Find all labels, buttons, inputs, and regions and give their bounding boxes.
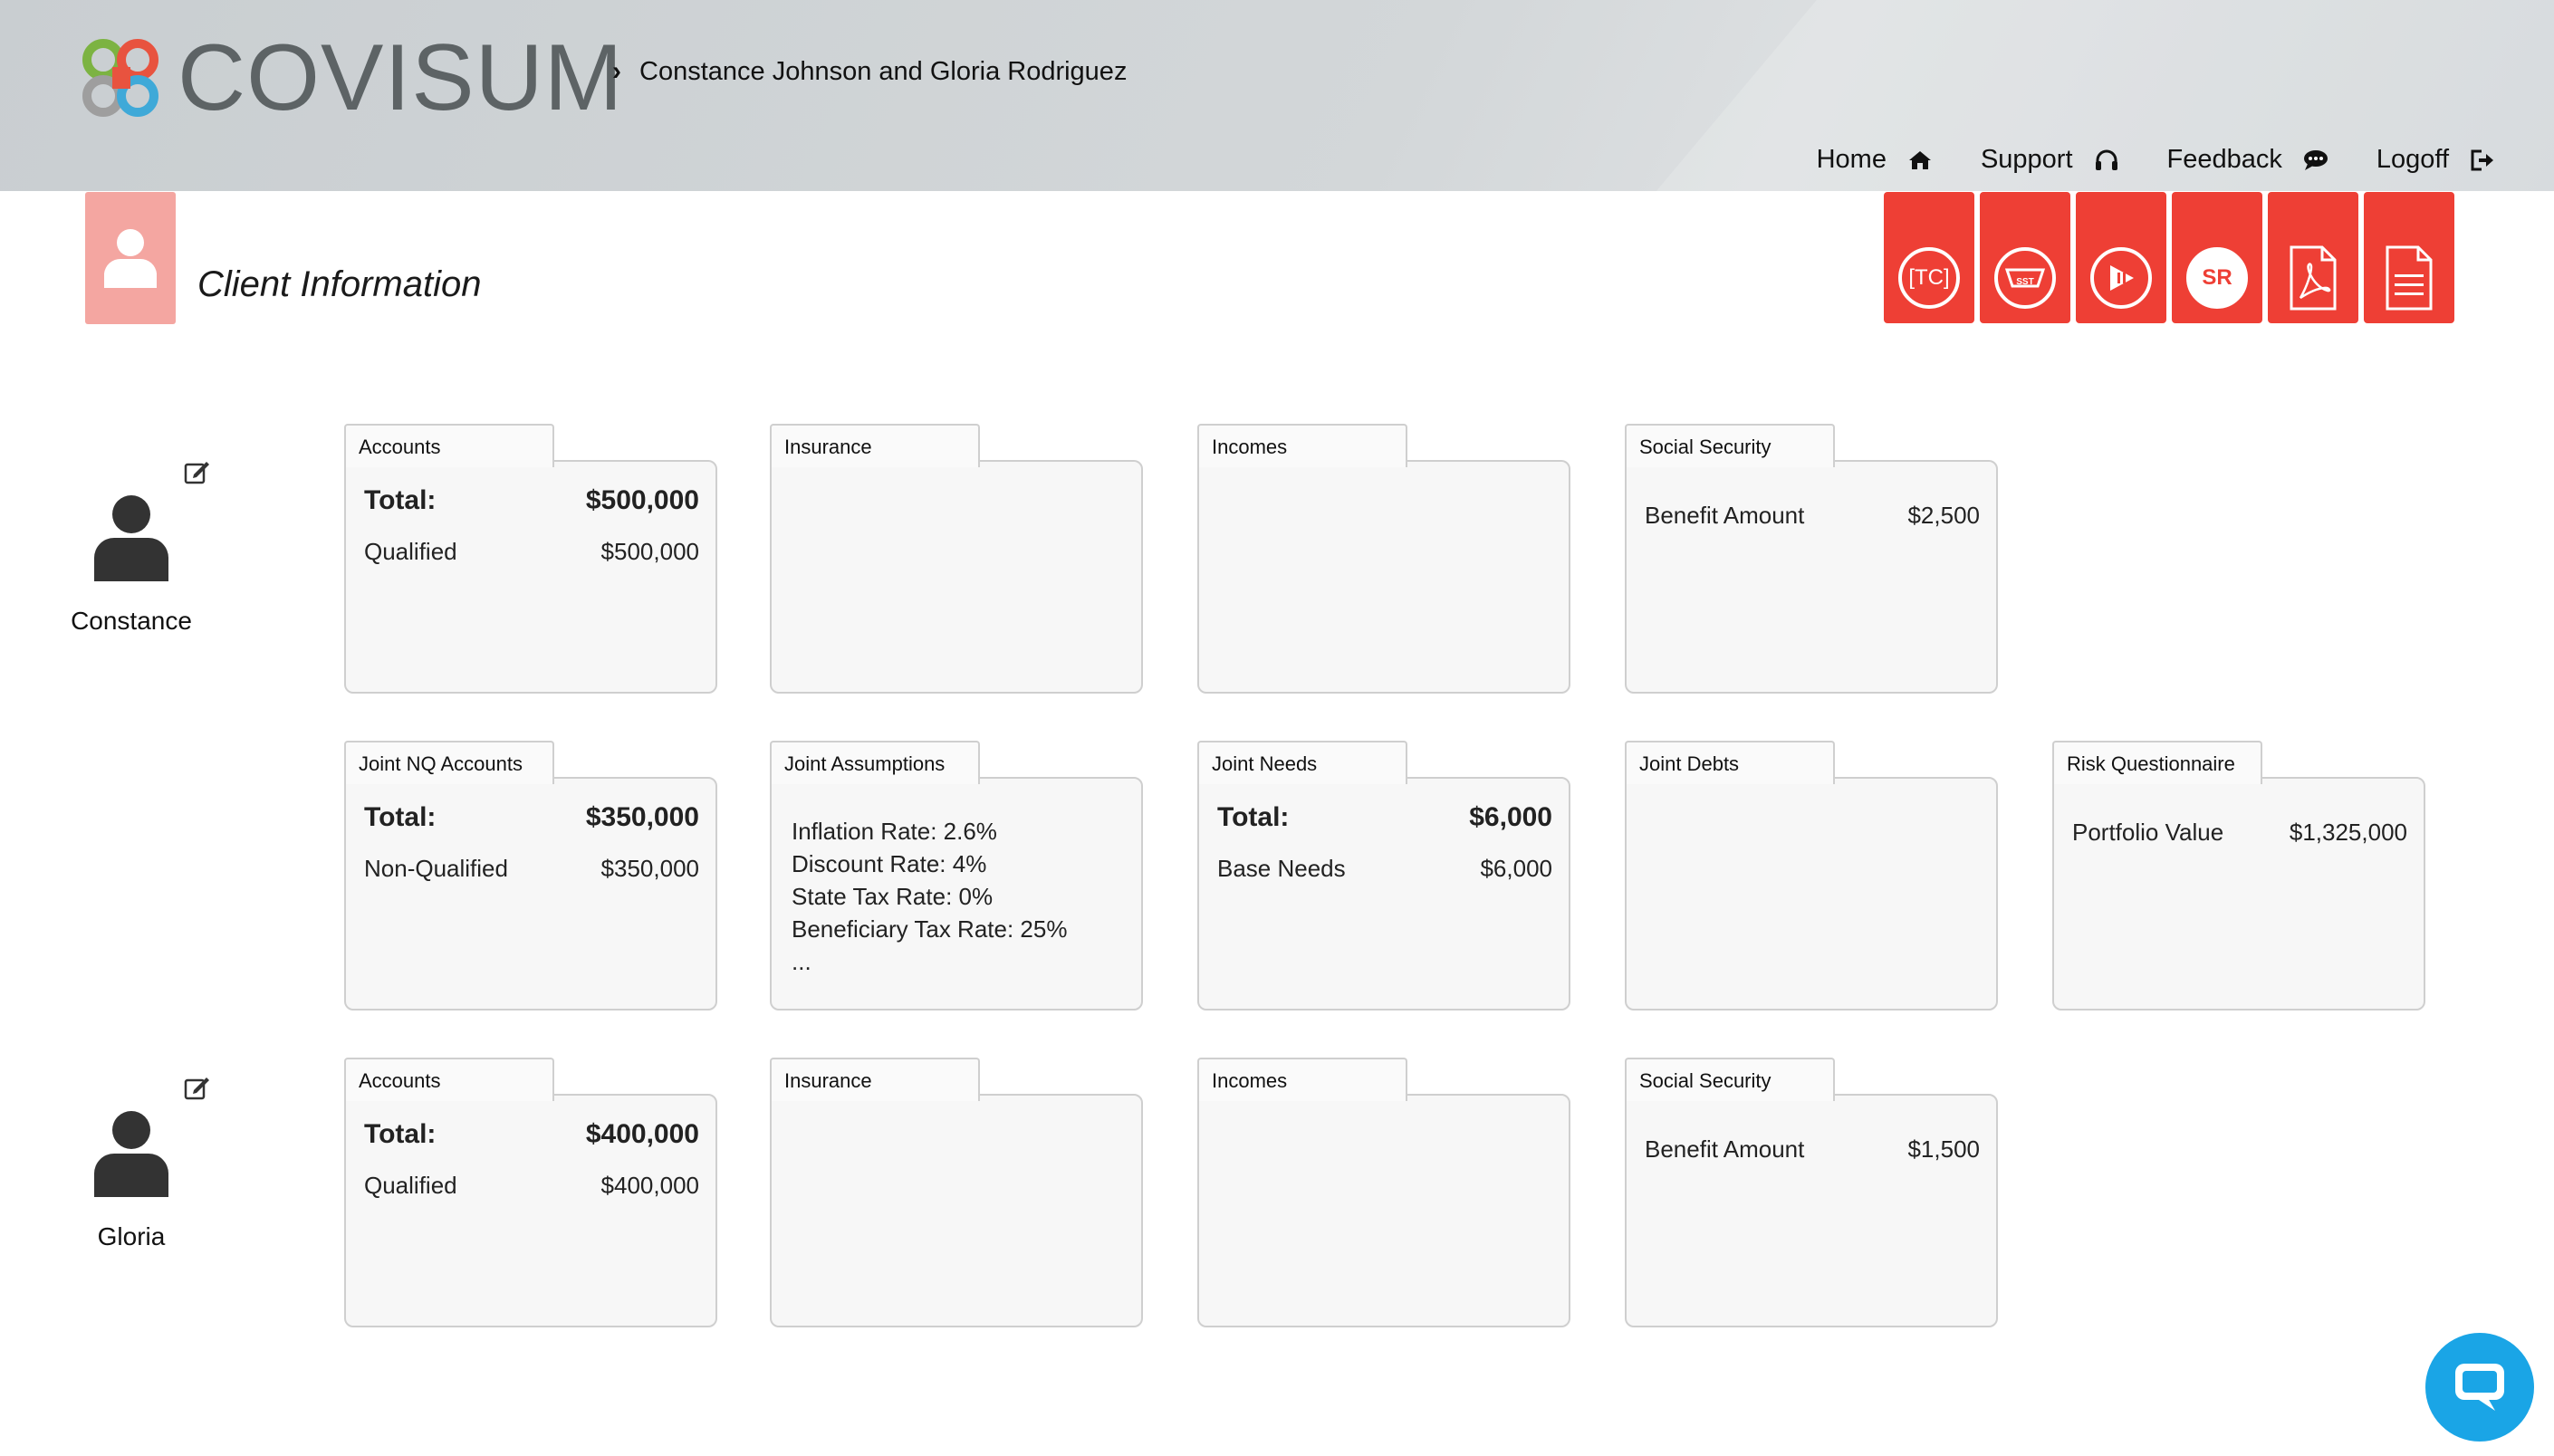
nav-logoff[interactable]: Logoff xyxy=(2376,145,2496,175)
logo-mark-icon xyxy=(82,39,158,117)
chat-bubble-icon xyxy=(2302,147,2329,174)
line-label: Non-Qualified xyxy=(364,855,508,882)
chat-icon xyxy=(2455,1364,2504,1411)
person-name: Constance xyxy=(71,607,192,635)
chevron-right-icon: › xyxy=(612,56,621,86)
chat-widget-button[interactable] xyxy=(2425,1333,2534,1442)
sst-tool-button[interactable]: SST xyxy=(1980,192,2070,323)
line-label: Qualified xyxy=(364,1172,457,1199)
covisum-logo[interactable]: COVISUM xyxy=(76,25,624,130)
edit-constance-icon[interactable] xyxy=(183,458,210,485)
card-joint-debts[interactable]: Joint Debts xyxy=(1625,741,1998,1011)
breadcrumb-client-names[interactable]: Constance Johnson and Gloria Rodriguez xyxy=(639,57,1127,87)
total-label: Total: xyxy=(364,485,437,515)
person-name: Gloria xyxy=(97,1222,166,1250)
nav-support-label: Support xyxy=(1980,145,2073,174)
card-constance-insurance[interactable]: Insurance xyxy=(770,424,1143,694)
line-label: Portfolio Value xyxy=(2072,819,2224,846)
line-value: $1,325,000 xyxy=(2289,819,2407,846)
document-tool-button[interactable] xyxy=(2364,192,2454,323)
nav-feedback-label: Feedback xyxy=(2166,145,2282,174)
user-icon xyxy=(104,229,157,288)
assumption-line: State Tax Rate: 0% xyxy=(792,883,994,910)
user-icon xyxy=(94,1111,168,1197)
top-nav: Home Support Feedback Logoff xyxy=(1770,145,2496,175)
line-label: Benefit Amount xyxy=(1645,502,1805,529)
nav-feedback[interactable]: Feedback xyxy=(2167,145,2329,175)
user-icon xyxy=(94,495,168,581)
card-gloria-accounts[interactable]: Total: $400,000 Qualified $400,000 Accou… xyxy=(344,1058,717,1327)
line-label: Benefit Amount xyxy=(1645,1135,1805,1163)
pdf-icon xyxy=(2290,245,2337,311)
person-gloria[interactable]: Gloria xyxy=(54,1110,208,1251)
line-value: $350,000 xyxy=(600,855,699,882)
line-label: Qualified xyxy=(364,538,457,565)
total-value: $500,000 xyxy=(585,485,699,515)
total-label: Total: xyxy=(1217,802,1290,832)
edit-gloria-icon[interactable] xyxy=(183,1074,210,1101)
total-value: $400,000 xyxy=(585,1119,699,1149)
assumption-line: Inflation Rate: 2.6% xyxy=(792,818,997,845)
line-value: $1,500 xyxy=(1907,1135,1980,1163)
card-gloria-incomes[interactable]: Incomes xyxy=(1197,1058,1570,1327)
home-icon xyxy=(1906,147,1934,174)
pdf-tool-button[interactable] xyxy=(2268,192,2358,323)
play-tool-button[interactable] xyxy=(2076,192,2166,323)
total-label: Total: xyxy=(364,1119,437,1149)
report-tools: [TC] SST SR xyxy=(1884,192,2460,323)
sign-out-icon xyxy=(2469,147,2496,174)
card-risk-questionnaire[interactable]: Portfolio Value $1,325,000 Risk Question… xyxy=(2052,741,2425,1011)
sr-tool-button[interactable]: SR xyxy=(2172,192,2262,323)
line-value: $500,000 xyxy=(600,538,699,565)
tc-tool-button[interactable]: [TC] xyxy=(1884,192,1974,323)
svg-text:SST: SST xyxy=(2016,277,2033,287)
nav-home-label: Home xyxy=(1816,145,1887,174)
line-label: Base Needs xyxy=(1217,855,1346,882)
client-info-icon xyxy=(85,192,176,324)
line-value: $2,500 xyxy=(1907,502,1980,529)
card-constance-accounts[interactable]: Total: $500,000 Qualified $500,000 Accou… xyxy=(344,424,717,694)
card-joint-assumptions[interactable]: Inflation Rate: 2.6% Discount Rate: 4% S… xyxy=(770,741,1143,1011)
assumptions-list: Inflation Rate: 2.6% Discount Rate: 4% S… xyxy=(772,779,1141,978)
breadcrumb: › Constance Johnson and Gloria Rodriguez xyxy=(612,56,1127,87)
assumption-line: ... xyxy=(792,948,811,975)
total-label: Total: xyxy=(364,802,437,832)
document-icon xyxy=(2386,245,2433,311)
logo-text: COVISUM xyxy=(178,25,624,130)
card-gloria-insurance[interactable]: Insurance xyxy=(770,1058,1143,1327)
nav-logoff-label: Logoff xyxy=(2376,145,2449,174)
sst-icon: SST xyxy=(1994,247,2056,309)
total-value: $350,000 xyxy=(585,802,699,832)
headset-icon xyxy=(2093,147,2120,174)
line-value: $400,000 xyxy=(600,1172,699,1199)
tc-icon: [TC] xyxy=(1898,247,1960,309)
nav-home[interactable]: Home xyxy=(1817,145,1934,175)
nav-support[interactable]: Support xyxy=(1981,145,2120,175)
person-constance[interactable]: Constance xyxy=(54,494,208,636)
card-joint-nq-accounts[interactable]: Total: $350,000 Non-Qualified $350,000 J… xyxy=(344,741,717,1011)
total-value: $6,000 xyxy=(1469,802,1552,832)
play-pause-icon xyxy=(2090,247,2152,309)
card-gloria-social-security[interactable]: Benefit Amount $1,500 Social Security xyxy=(1625,1058,1998,1327)
card-joint-needs[interactable]: Total: $6,000 Base Needs $6,000 Joint Ne… xyxy=(1197,741,1570,1011)
line-value: $6,000 xyxy=(1480,855,1552,882)
assumption-line: Discount Rate: 4% xyxy=(792,850,987,877)
sr-icon: SR xyxy=(2186,247,2248,309)
page-title: Client Information xyxy=(197,264,482,304)
card-constance-social-security[interactable]: Benefit Amount $2,500 Social Security xyxy=(1625,424,1998,694)
app-header: COVISUM › Constance Johnson and Gloria R… xyxy=(0,0,2554,191)
assumption-line: Beneficiary Tax Rate: 25% xyxy=(792,915,1068,943)
card-constance-incomes[interactable]: Incomes xyxy=(1197,424,1570,694)
